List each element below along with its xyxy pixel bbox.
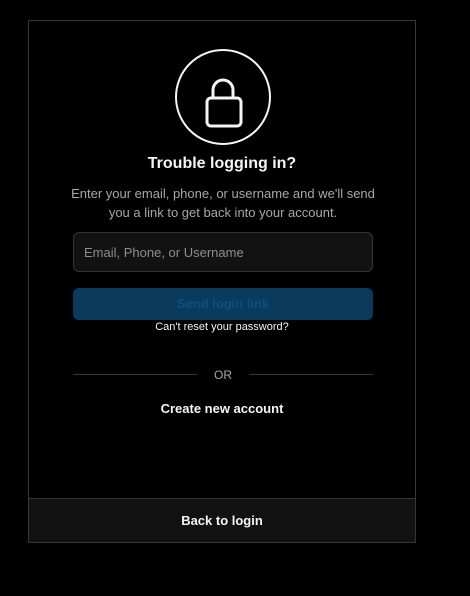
or-divider: OR: [73, 368, 373, 382]
page-title: Trouble logging in?: [147, 155, 297, 172]
instructions-text: Enter your email, phone, or username and…: [71, 186, 375, 220]
divider-line-left: [73, 374, 197, 375]
card-footer: Back to login: [29, 498, 415, 542]
cant-reset-password-link[interactable]: Can't reset your password?: [29, 321, 415, 333]
divider-line-right: [249, 374, 373, 375]
password-reset-card: Trouble logging in? Enter your email, ph…: [28, 20, 416, 543]
back-to-login-link[interactable]: Back to login: [29, 499, 415, 542]
email-phone-username-input[interactable]: [73, 232, 373, 272]
send-login-link-button[interactable]: Send login link: [73, 288, 373, 320]
or-label: OR: [214, 368, 232, 382]
create-new-account-link[interactable]: Create new account: [29, 401, 415, 416]
lock-icon: [175, 49, 271, 145]
